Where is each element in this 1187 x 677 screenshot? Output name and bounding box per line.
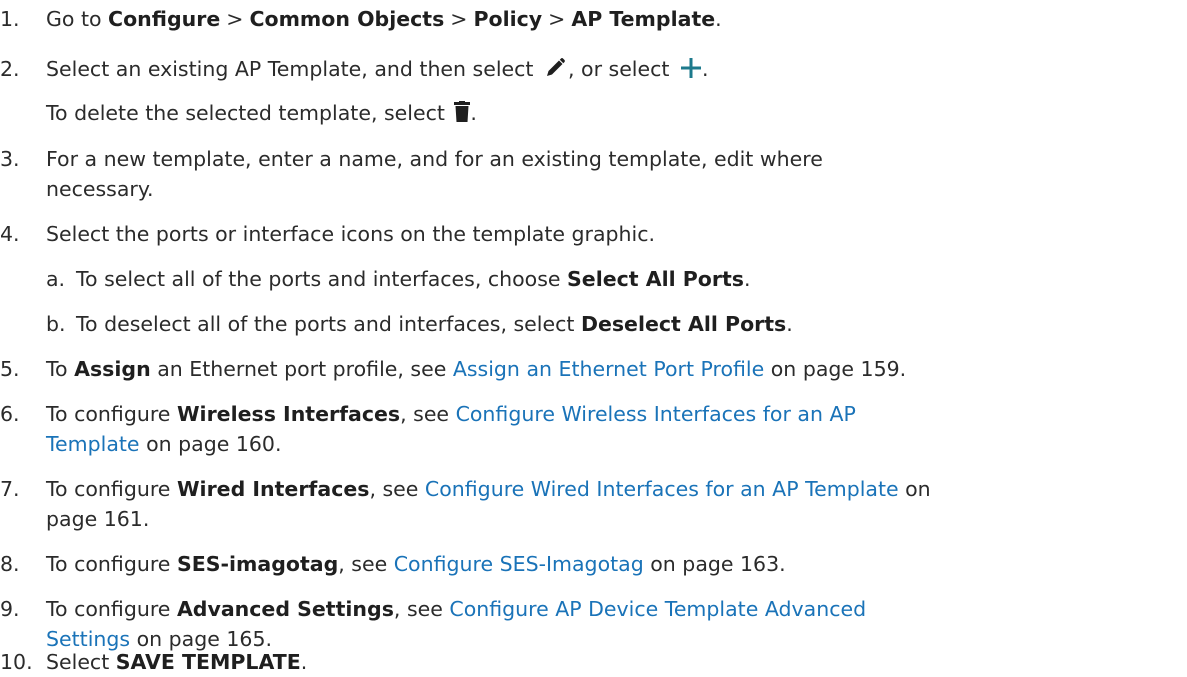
step-7-mid: , see (369, 477, 425, 501)
step-text: For a new template, enter a name, and fo… (46, 147, 823, 171)
nav-policy: Policy (473, 7, 543, 31)
delete-instruction-post: . (470, 101, 477, 125)
select-all-ports-label: Select All Ports (567, 267, 744, 291)
step-text: Template on page 160. (46, 430, 281, 458)
wireless-interfaces-label: Wireless Interfaces (176, 402, 401, 426)
step-6-post: on page 160. (139, 432, 282, 456)
step-6-mid: , see (400, 402, 456, 426)
step-number: 3. (0, 147, 20, 171)
configure-wired-interfaces-link[interactable]: Configure Wired Interfaces for an AP Tem… (425, 477, 899, 501)
step-7-pre: To configure (46, 477, 177, 501)
ses-imagotag-label: SES-imagotag (176, 552, 339, 576)
step-5-mid: an Ethernet port profile, see (150, 357, 453, 381)
configure-ses-imagotag-link[interactable]: Configure SES-Imagotag (394, 552, 644, 576)
step-text: Select SAVE TEMPLATE. (46, 648, 307, 676)
step-9-pre: To configure (46, 597, 177, 621)
step-text: Go to Configure > Common Objects > Policy > AP… (46, 5, 722, 33)
nav-configure: Configure (108, 7, 221, 31)
step-2-delete-text: To delete the selected template, select … (46, 99, 477, 128)
step-text: To configure SES-imagotag, see Configure… (46, 550, 786, 578)
substep-a-pre: To select all of the ports and interface… (76, 267, 568, 291)
step-text: To configure Advanced Settings, see Conf… (46, 595, 866, 623)
step-text: To Assign an Ethernet port profile, see … (46, 355, 906, 383)
step-7-post: on (898, 477, 931, 501)
step-text: Select the ports or interface icons on t… (46, 222, 656, 246)
step-6-pre: To configure (46, 402, 177, 426)
step-5-pre: To (46, 357, 75, 381)
step-2-pre: Select an existing AP Template, and then… (46, 57, 534, 81)
assign-label: Assign (74, 357, 151, 381)
breadcrumb-separator: > (548, 7, 566, 31)
step-text: page 161. (46, 507, 150, 531)
configure-wireless-interfaces-link[interactable]: Template (46, 432, 140, 456)
step-number: 1. (0, 7, 20, 31)
substep-a-post: . (744, 267, 751, 291)
delete-instruction: To delete the selected template, select (46, 101, 445, 125)
step-8-post: on page 163. (643, 552, 786, 576)
breadcrumb-separator: > (226, 7, 244, 31)
step-text: To configure Wireless Interfaces, see Co… (46, 400, 856, 428)
substep-text: To deselect all of the ports and interfa… (76, 310, 793, 338)
step-10-post: . (300, 650, 308, 674)
step-number: 4. (0, 222, 20, 246)
breadcrumb-separator: > (450, 7, 468, 31)
step-number: 6. (0, 402, 20, 426)
substep-label: a. (46, 267, 66, 291)
step-5-post: on page 159. (764, 357, 907, 381)
step-text: necessary. (46, 177, 154, 201)
substep-b-post: . (786, 312, 793, 336)
step-10-pre: Select (46, 650, 116, 674)
save-template-label: SAVE TEMPLATE (115, 650, 301, 674)
substep-b-pre: To deselect all of the ports and interfa… (76, 312, 581, 336)
step-8-mid: , see (338, 552, 394, 576)
step-text: To configure Wired Interfaces, see Confi… (46, 475, 931, 503)
pencil-icon (547, 58, 565, 76)
step-number: 5. (0, 357, 20, 381)
step-1-pre: Go to (46, 7, 109, 31)
deselect-all-ports-label: Deselect All Ports (580, 312, 787, 336)
substep-text: To select all of the ports and interface… (76, 265, 751, 293)
step-2-post: . (701, 57, 709, 81)
substep-label: b. (46, 312, 66, 336)
plus-icon (680, 58, 701, 78)
step-number: 9. (0, 597, 20, 621)
nav-common-objects: Common Objects (249, 7, 445, 31)
step-number: 2. (0, 57, 20, 81)
trash-icon (454, 100, 471, 122)
step-number: 7. (0, 477, 20, 501)
step-number: 8. (0, 552, 20, 576)
wired-interfaces-label: Wired Interfaces (176, 477, 370, 501)
step-1-post: . (715, 7, 722, 31)
nav-ap-template: AP Template (571, 7, 716, 31)
step-8-pre: To configure (46, 552, 177, 576)
configure-wireless-interfaces-link[interactable]: Configure Wireless Interfaces for an AP (456, 402, 856, 426)
advanced-settings-label: Advanced Settings (176, 597, 394, 621)
configure-advanced-settings-link[interactable]: Configure AP Device Template Advanced (449, 597, 866, 621)
step-text: Select an existing AP Template, and then… (46, 55, 709, 83)
step-9-mid: , see (393, 597, 450, 621)
step-number: 10. (0, 650, 33, 674)
assign-ethernet-port-profile-link[interactable]: Assign an Ethernet Port Profile (453, 357, 764, 381)
step-2-mid: , or select (568, 57, 670, 81)
